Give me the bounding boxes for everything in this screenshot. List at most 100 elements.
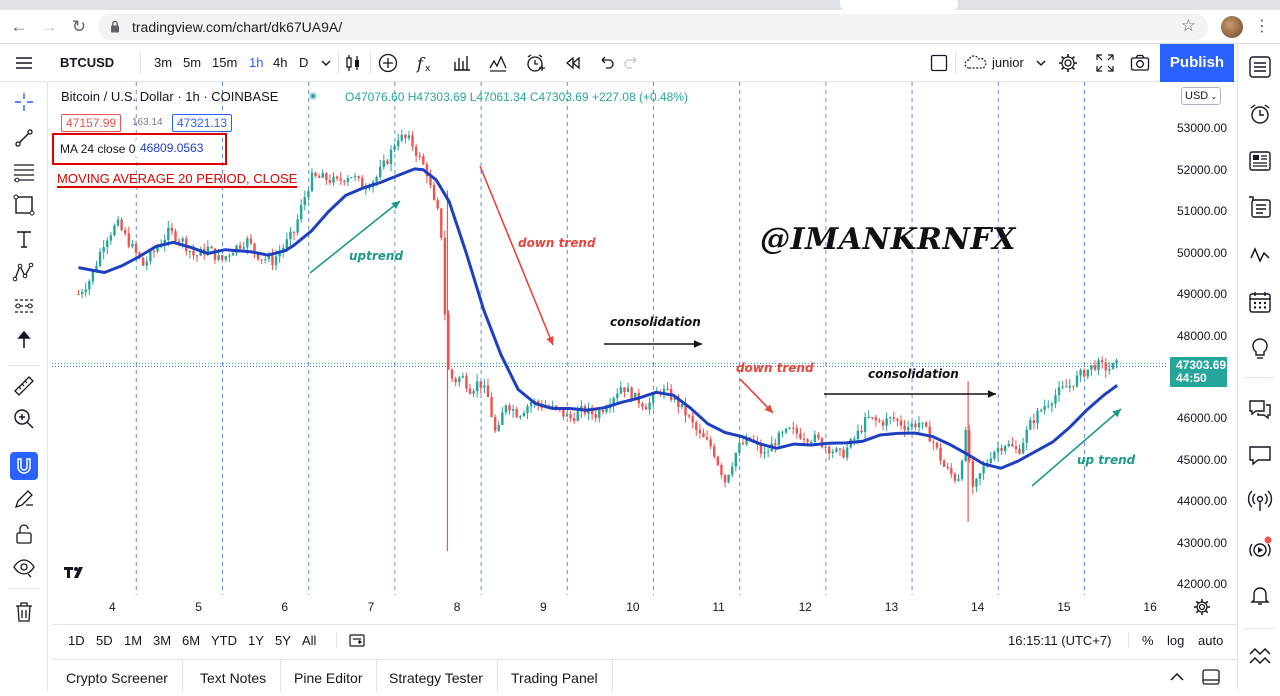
log-toggle[interactable]: log [1167, 633, 1184, 648]
range-3m[interactable]: 3M [153, 633, 171, 648]
clock-timezone[interactable]: 16:15:11 (UTC+7) [1008, 633, 1111, 648]
camera-icon[interactable] [1129, 52, 1151, 74]
magnet-mode-button[interactable] [10, 452, 38, 480]
rectangle-shape-icon[interactable] [12, 193, 36, 217]
calendar-events-icon[interactable] [1247, 244, 1273, 270]
interval-5m[interactable]: 5m [183, 55, 201, 70]
ideas-lightbulb-icon[interactable] [1247, 336, 1273, 362]
maximize-panel-icon[interactable] [1201, 668, 1221, 686]
trend-line-icon[interactable] [12, 126, 36, 150]
profile-avatar[interactable] [1221, 16, 1243, 38]
auto-toggle[interactable]: auto [1198, 633, 1223, 648]
eye-icon[interactable] [12, 555, 36, 579]
range-1d[interactable]: 1D [68, 633, 85, 648]
range-5d[interactable]: 5D [96, 633, 113, 648]
range-ytd[interactable]: YTD [211, 633, 237, 648]
range-all[interactable]: All [302, 633, 316, 648]
currency-select[interactable]: USD ⌄ [1181, 87, 1221, 105]
cloud-save-icon[interactable] [962, 52, 990, 74]
gear-icon[interactable] [1057, 52, 1079, 74]
text-tool-icon[interactable] [12, 227, 36, 251]
tab-pine-editor[interactable]: Pine Editor [280, 660, 378, 692]
indicators-fx-icon[interactable]: fx [414, 52, 436, 74]
fullscreen-icon[interactable] [1094, 52, 1116, 74]
data-window-icon[interactable] [1247, 148, 1273, 174]
chevron-down-icon[interactable] [1030, 52, 1052, 74]
tradingview-chevrons-icon[interactable] [1247, 644, 1273, 670]
hotlists-icon[interactable] [1247, 194, 1273, 220]
percent-toggle[interactable]: % [1142, 633, 1154, 648]
redo-icon[interactable] [621, 52, 643, 74]
candle-body [141, 257, 145, 266]
reload-icon[interactable]: ↻ [68, 16, 90, 38]
interval-d[interactable]: D [299, 55, 308, 70]
stay-drawing-icon[interactable] [12, 487, 36, 511]
uptrend-label[interactable]: uptrend [349, 249, 403, 263]
browser-menu-icon[interactable]: ⋮ [1254, 16, 1270, 36]
watchlist-icon[interactable] [1247, 54, 1273, 80]
zoom-in-icon[interactable] [12, 407, 36, 431]
ma-legend-label[interactable]: MA 24 close 0 [60, 142, 135, 156]
pattern-tool-icon[interactable] [12, 260, 36, 284]
down-trend-label[interactable]: down trend [518, 236, 596, 250]
ruler-icon[interactable] [12, 374, 36, 398]
streams-icon[interactable] [1247, 488, 1273, 514]
lock-drawings-icon[interactable] [12, 522, 36, 546]
bid-price-box[interactable]: 47157.99 [61, 114, 122, 132]
candle-body [792, 427, 795, 429]
alert-clock-icon[interactable] [524, 52, 546, 74]
candle-body [124, 230, 127, 234]
candle-body [1082, 369, 1086, 377]
templates-icon[interactable] [451, 52, 473, 74]
layout-name[interactable]: junior [992, 55, 1024, 70]
range-6m[interactable]: 6M [182, 633, 200, 648]
tab-text-notes[interactable]: Text Notes [186, 660, 282, 692]
prediction-tool-icon[interactable] [12, 294, 36, 318]
symbol-search-button[interactable]: BTCUSD [60, 55, 114, 70]
ask-price-box[interactable]: 47321.13 [172, 114, 233, 132]
candle-body [468, 388, 472, 394]
private-chat-icon[interactable] [1247, 442, 1273, 468]
publish-button[interactable]: Publish [1160, 44, 1234, 82]
interval-15m[interactable]: 15m [212, 55, 237, 70]
back-icon[interactable]: ← [8, 16, 30, 38]
goto-date-icon[interactable] [348, 631, 366, 649]
chats-icon[interactable] [1247, 396, 1273, 422]
hamburger-menu-icon[interactable] [13, 52, 35, 74]
browser-tab-active[interactable] [840, 0, 958, 10]
calendar-icon[interactable] [1247, 289, 1273, 315]
up-trend-label[interactable]: up trend [1077, 453, 1135, 467]
replay-icon[interactable] [561, 52, 583, 74]
notifications-bell-icon[interactable] [1247, 582, 1273, 608]
bookmark-star-icon[interactable]: ☆ [1181, 16, 1196, 36]
crosshair-icon[interactable] [12, 90, 36, 114]
chevron-down-icon[interactable] [315, 52, 337, 74]
interval-1h[interactable]: 1h [249, 55, 263, 70]
consolidation-label[interactable]: consolidation [610, 315, 701, 329]
live-stream-icon[interactable] [1247, 536, 1273, 562]
interval-3m[interactable]: 3m [154, 55, 172, 70]
trash-icon[interactable] [12, 600, 36, 624]
consolidation-label-2[interactable]: consolidation [868, 367, 959, 381]
alarm-clock-icon[interactable] [1247, 101, 1273, 127]
url-field[interactable]: tradingview.com/chart/dk67UA9A/ ☆ [98, 14, 1208, 40]
undo-icon[interactable] [595, 52, 617, 74]
compare-add-icon[interactable] [377, 52, 399, 74]
candles-icon[interactable] [342, 52, 364, 74]
candle-body [619, 387, 623, 394]
arrow-up-icon[interactable] [12, 328, 36, 352]
tab-strategy-tester[interactable]: Strategy Tester [375, 660, 498, 692]
range-1y[interactable]: 1Y [248, 633, 264, 648]
fib-retracement-icon[interactable] [12, 160, 36, 184]
tab-trading-panel[interactable]: Trading Panel [497, 660, 613, 692]
interval-4h[interactable]: 4h [273, 55, 287, 70]
axis-settings-gear-icon[interactable] [1193, 598, 1211, 616]
range-5y[interactable]: 5Y [275, 633, 291, 648]
down-trend-label-2[interactable]: down trend [736, 361, 814, 375]
tab-crypto-screener[interactable]: Crypto Screener [52, 660, 183, 692]
forward-icon[interactable]: → [38, 16, 60, 38]
chevron-up-icon[interactable] [1168, 668, 1186, 686]
range-1m[interactable]: 1M [124, 633, 142, 648]
layout-square-icon[interactable] [928, 52, 950, 74]
financials-icon[interactable] [487, 52, 509, 74]
